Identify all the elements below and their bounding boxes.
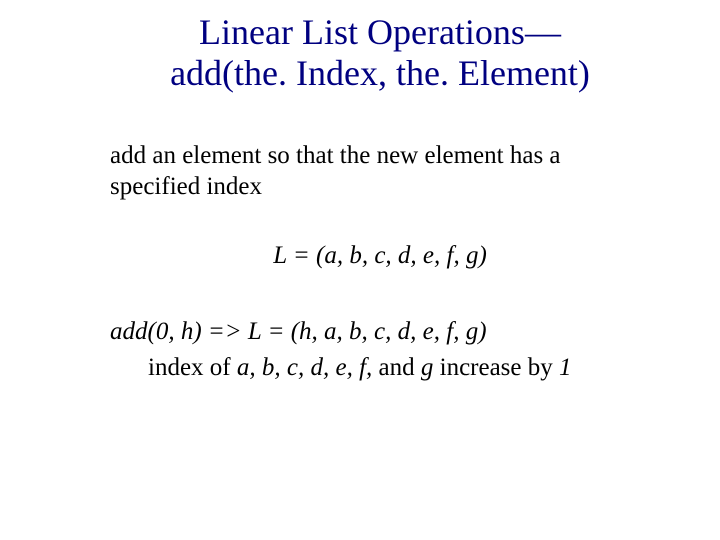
description-text: add an element so that the new element h… xyxy=(110,140,650,203)
list-definition: L = (a, b, c, d, e, f, g) xyxy=(110,242,650,270)
example-line-1: add(0, h) => L = (h, a, b, c, d, e, f, g… xyxy=(110,315,650,349)
consequence-last: g xyxy=(421,354,434,381)
consequence-prefix: index of xyxy=(148,354,237,381)
title-line-1: Linear List Operations— xyxy=(199,12,561,52)
example-call: add(0, h) xyxy=(110,318,208,345)
title-line-2: add(the. Index, the. Element) xyxy=(170,53,590,93)
consequence-mid: and xyxy=(379,354,421,381)
slide-title: Linear List Operations— add(the. Index, … xyxy=(110,12,650,95)
example-block: add(0, h) => L = (h, a, b, c, d, e, f, g… xyxy=(110,315,650,385)
example-result: L = (h, a, b, c, d, e, f, g) xyxy=(248,318,487,345)
example-arrow: => xyxy=(208,318,248,345)
consequence-suffix: increase by xyxy=(433,354,559,381)
consequence-amount: 1 xyxy=(559,354,572,381)
example-line-2: index of a, b, c, d, e, f, and g increas… xyxy=(110,351,650,385)
slide: Linear List Operations— add(the. Index, … xyxy=(0,0,720,540)
consequence-items: a, b, c, d, e, f, xyxy=(237,354,379,381)
